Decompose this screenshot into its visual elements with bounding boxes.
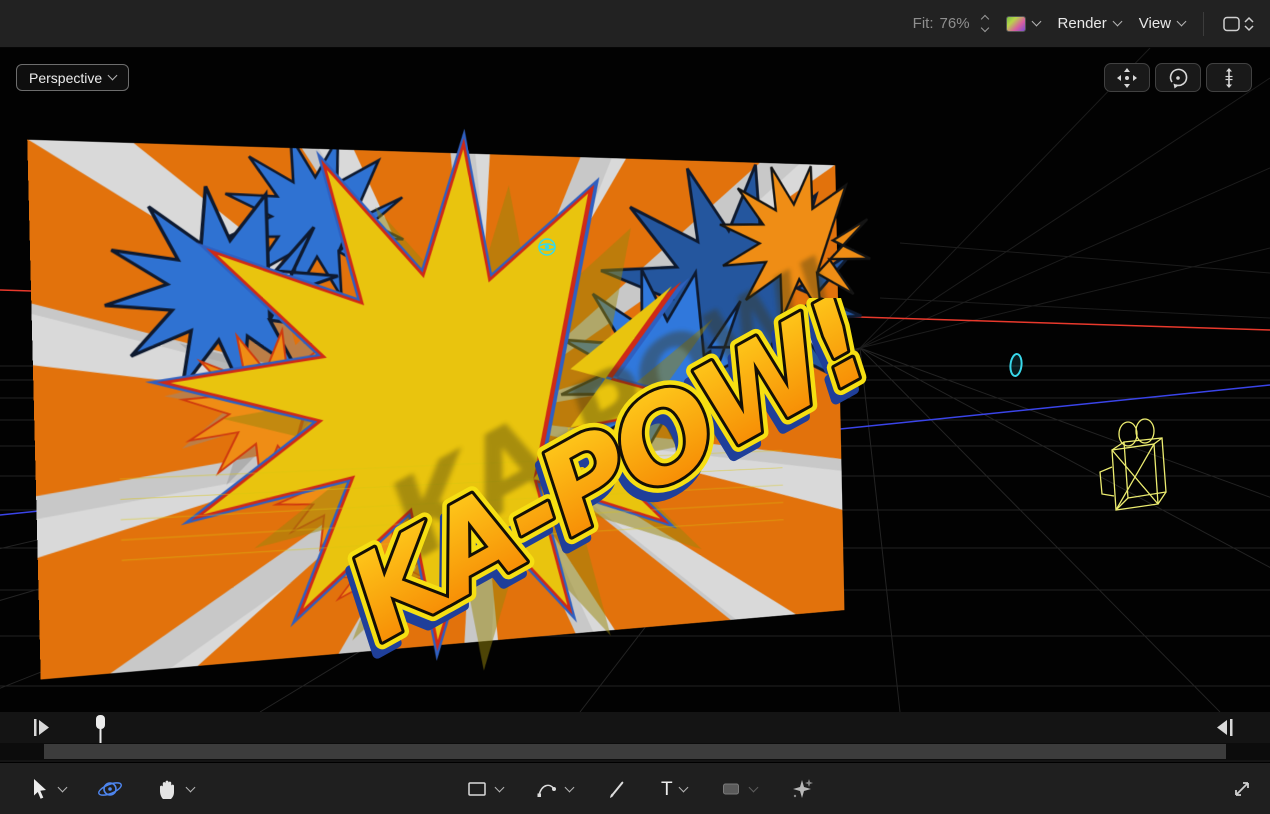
3d-transform-tool-button[interactable] (96, 776, 124, 802)
zoom-value[interactable]: 76% (940, 15, 970, 32)
mini-timeline[interactable] (0, 712, 1270, 762)
zoom-control[interactable]: Fit: 76% (913, 15, 988, 32)
orbit-view-button[interactable] (1155, 63, 1201, 92)
rotation-ring-handle[interactable] (1009, 353, 1022, 376)
chevron-down-icon (58, 782, 68, 792)
chevron-down-icon (565, 782, 575, 792)
comic-artwork: KA-POW! (27, 140, 844, 680)
mask-tool-button[interactable] (719, 777, 757, 801)
resize-panel-button[interactable] (1230, 777, 1254, 801)
channels-thumbnail-icon (1006, 16, 1026, 32)
dolly-view-button[interactable] (1206, 63, 1252, 92)
pan-arrows-icon (1115, 66, 1139, 90)
window-layout-button[interactable] (1222, 14, 1256, 34)
tool-palette: T (0, 762, 1270, 814)
chevron-down-icon (108, 71, 118, 81)
play-range-in-marker[interactable] (34, 719, 49, 736)
diagonal-resize-icon (1230, 777, 1254, 801)
pan-view-button[interactable] (1104, 63, 1150, 92)
dolly-arrows-icon (1217, 66, 1241, 90)
toolbar-divider (1203, 12, 1204, 36)
chevron-down-icon (678, 782, 688, 792)
chevron-down-icon (1031, 17, 1041, 27)
text-tool-button[interactable]: T (661, 780, 687, 799)
timeline-scroll-track[interactable] (0, 743, 1270, 760)
render-menu[interactable]: Render (1058, 15, 1121, 32)
canvas-viewport[interactable]: KA-POW! KA-POW! KA-POW! KA-POW! (0, 48, 1270, 712)
motion-window: Fit: 76% Render View (0, 0, 1270, 814)
chevron-down-icon (1112, 17, 1122, 27)
bezier-pen-icon (535, 777, 559, 801)
camera-wireframe[interactable] (1100, 419, 1166, 510)
bezier-tool-button[interactable] (535, 777, 573, 801)
rectangle-tool-button[interactable] (465, 777, 503, 801)
paint-stroke-tool-button[interactable] (605, 777, 629, 801)
view-label: View (1139, 15, 1171, 32)
layout-pane-icon (1222, 14, 1256, 34)
chevron-down-icon (748, 782, 758, 792)
cursor-arrow-icon (28, 777, 52, 801)
3d-view-controls (1104, 63, 1252, 92)
chevron-down-icon (1177, 17, 1187, 27)
3d-transform-icon (96, 776, 124, 802)
mask-shape-icon (719, 777, 743, 801)
rectangle-icon (465, 777, 489, 801)
timeline-scroll-thumb[interactable] (44, 744, 1226, 759)
camera-select-menu[interactable]: Perspective (16, 64, 129, 91)
paintbrush-icon (605, 777, 629, 801)
chevron-down-icon (495, 782, 505, 792)
camera-menu-label: Perspective (29, 70, 102, 86)
artwork-layer-plane[interactable]: KA-POW! (27, 140, 844, 680)
timeline-ruler[interactable] (0, 712, 1270, 743)
canvas-toolbar: Fit: 76% Render View (0, 0, 1270, 48)
render-label: Render (1058, 15, 1107, 32)
adjust-item-tool-button[interactable] (789, 776, 815, 802)
orbit-arrow-icon (1166, 66, 1190, 90)
channels-popup[interactable] (1006, 16, 1040, 32)
chevron-down-icon (186, 782, 196, 792)
play-range-out-marker[interactable] (1217, 719, 1233, 736)
fit-label: Fit: (913, 15, 934, 32)
hand-icon (154, 776, 180, 802)
sparkles-icon (789, 776, 815, 802)
zoom-stepper-icon[interactable] (982, 16, 988, 31)
view-menu[interactable]: View (1139, 15, 1185, 32)
select-tool-button[interactable] (28, 777, 66, 801)
text-tool-icon: T (661, 780, 673, 799)
playhead[interactable] (96, 715, 105, 743)
pan-hand-tool-button[interactable] (154, 776, 194, 802)
